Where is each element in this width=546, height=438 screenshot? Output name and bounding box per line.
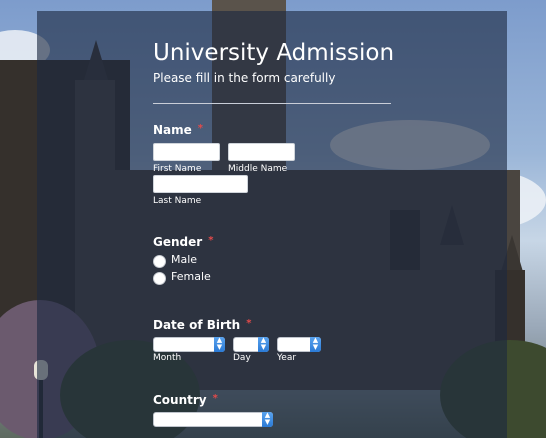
select-arrows-icon: ▲ ▼ <box>258 337 269 352</box>
name-label: Name * <box>153 123 203 137</box>
gender-female-radio[interactable] <box>153 272 166 285</box>
required-mark: * <box>246 318 252 329</box>
last-name-input[interactable] <box>153 175 248 193</box>
first-name-input[interactable] <box>153 143 220 161</box>
day-sublabel: Day <box>233 353 251 363</box>
form-title: University Admission <box>153 40 395 66</box>
select-arrows-icon: ▲ ▼ <box>262 412 273 427</box>
dob-label-text: Date of Birth <box>153 318 241 332</box>
required-mark: * <box>197 123 204 134</box>
middle-name-input[interactable] <box>228 143 295 161</box>
country-label: Country * <box>153 393 218 407</box>
gender-female-label: Female <box>171 270 211 283</box>
form-subtitle: Please fill in the form carefully <box>153 71 336 85</box>
month-sublabel: Month <box>153 353 182 363</box>
select-arrows-icon: ▲ ▼ <box>214 337 225 352</box>
first-name-sublabel: First Name <box>153 164 202 174</box>
required-mark: * <box>208 235 214 246</box>
last-name-sublabel: Last Name <box>153 196 202 206</box>
month-select[interactable]: ▲ ▼ <box>153 337 225 352</box>
country-select[interactable]: ▲ ▼ <box>153 412 273 427</box>
gender-male-label: Male <box>171 253 198 266</box>
dob-label: Date of Birth * <box>153 318 251 332</box>
required-mark: * <box>212 393 218 404</box>
year-sublabel: Year <box>277 353 297 363</box>
select-arrows-icon: ▲ ▼ <box>310 337 321 352</box>
gender-label-text: Gender <box>153 235 203 249</box>
middle-name-sublabel: Middle Name <box>228 164 288 174</box>
gender-label: Gender * <box>153 235 213 249</box>
name-label-text: Name <box>153 123 192 137</box>
country-label-text: Country <box>153 393 207 407</box>
day-select[interactable]: ▲ ▼ <box>233 337 269 352</box>
gender-male-radio[interactable] <box>153 255 166 268</box>
divider <box>153 103 391 104</box>
year-select[interactable]: ▲ ▼ <box>277 337 321 352</box>
